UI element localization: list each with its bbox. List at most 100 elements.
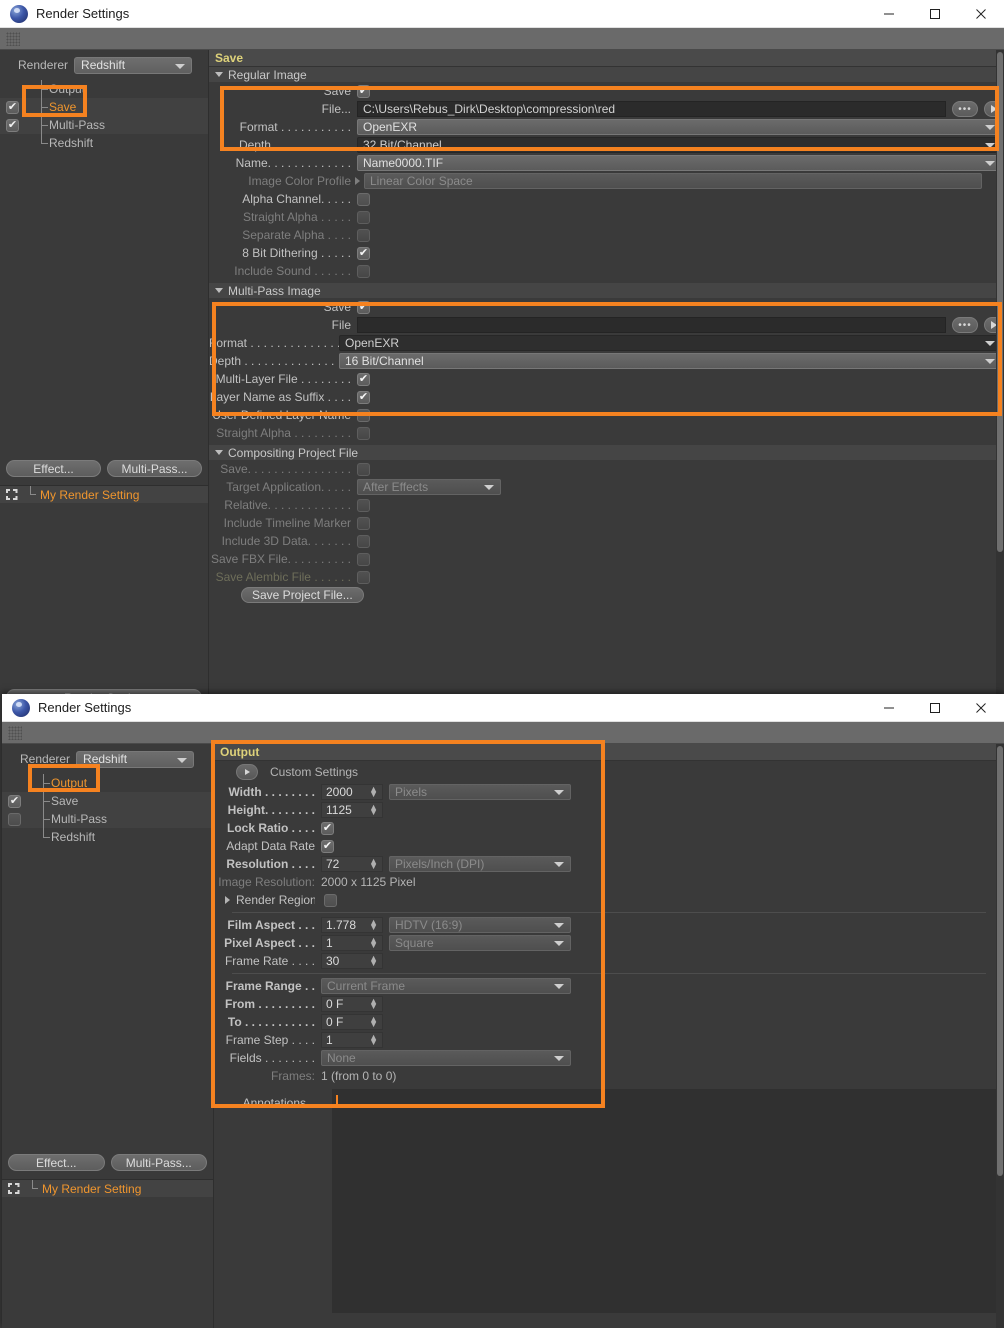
lock-ratio-checkbox[interactable]: ✔	[321, 821, 334, 835]
sidebar-item-multipass[interactable]: ✔ Multi-Pass	[0, 116, 208, 134]
sidebar-item-save[interactable]: ✔ Save	[2, 792, 213, 810]
cp-fbx-label: Save FBX File. . . . . . . . . .	[210, 552, 351, 566]
save-checkbox[interactable]: ✔	[6, 100, 19, 114]
mp-user-layer-checkbox[interactable]	[357, 408, 370, 422]
browse-file-button[interactable]: •••	[952, 101, 978, 117]
multipass-checkbox[interactable]	[8, 812, 21, 826]
row-depth: Depth . . . . . . . . . . . . 32 Bit/Cha…	[209, 136, 1004, 154]
custom-settings-toggle[interactable]	[236, 764, 258, 780]
stepper-arrows-icon[interactable]: ▲ ▼	[369, 857, 378, 871]
maximize-icon[interactable]	[912, 0, 958, 28]
sidebar-item-output[interactable]: Output	[2, 774, 213, 792]
stepper-arrows-icon[interactable]: ▲ ▼	[369, 936, 378, 950]
mp-format-select[interactable]: OpenEXR	[339, 335, 1002, 351]
stepper-arrows-icon[interactable]: ▲ ▼	[369, 954, 378, 968]
pixel-aspect-input[interactable]: 1 ▲ ▼	[321, 935, 383, 951]
file-path-input[interactable]: C:\Users\Rebus_Dirk\Desktop\compression\…	[357, 101, 946, 117]
list-item[interactable]: My Render Setting	[0, 486, 208, 503]
window2-vertical-scrollbar[interactable]	[996, 744, 1004, 1328]
frame-range-select[interactable]: Current Frame	[321, 978, 571, 994]
panel-title-save: Save	[209, 50, 1004, 67]
expand-arrow-icon[interactable]	[355, 177, 360, 185]
cp-3d-data-checkbox[interactable]	[357, 534, 370, 548]
sidebar-item-multipass[interactable]: Multi-Pass	[2, 810, 213, 828]
stepper-arrows-icon[interactable]: ▲ ▼	[369, 1015, 378, 1029]
frame-step-input[interactable]: 1 ▲ ▼	[321, 1032, 383, 1048]
mp-file-path-input[interactable]	[357, 317, 946, 333]
resolution-input[interactable]: 72 ▲ ▼	[321, 856, 383, 872]
effect-button[interactable]: Effect...	[8, 1154, 105, 1171]
stepper-arrows-icon[interactable]: ▲ ▼	[369, 1033, 378, 1047]
width-input[interactable]: 2000 ▲ ▼	[321, 784, 383, 800]
drag-grip-icon[interactable]	[8, 725, 22, 740]
stepper-arrows-icon[interactable]: ▲ ▼	[369, 803, 378, 817]
fields-select[interactable]: None	[321, 1050, 571, 1066]
cp-target-app-select[interactable]: After Effects	[357, 479, 501, 495]
width-unit-select[interactable]: Pixels	[389, 784, 571, 800]
cp-timeline-marker-checkbox[interactable]	[357, 516, 370, 530]
close-icon[interactable]	[958, 0, 1004, 28]
drag-grip-icon[interactable]	[6, 31, 20, 46]
annotations-textarea[interactable]	[332, 1089, 1004, 1313]
window2-toolbar-strip[interactable]	[2, 722, 1004, 744]
multipass-checkbox[interactable]: ✔	[6, 118, 19, 132]
mp-layer-suffix-checkbox[interactable]: ✔	[357, 390, 370, 404]
list-item[interactable]: My Render Setting	[2, 1180, 213, 1197]
mp-browse-file-button[interactable]: •••	[952, 317, 978, 333]
alpha-channel-checkbox[interactable]	[357, 192, 370, 206]
mp-depth-select[interactable]: 16 Bit/Channel	[339, 353, 1002, 369]
save-checkbox[interactable]: ✔	[8, 794, 21, 808]
dithering-checkbox[interactable]: ✔	[357, 246, 370, 260]
film-aspect-input[interactable]: 1.778 ▲ ▼	[321, 917, 383, 933]
resolution-unit-select[interactable]: Pixels/Inch (DPI)	[389, 856, 571, 872]
window1-toolbar-strip[interactable]	[0, 28, 1004, 50]
scrollbar-thumb[interactable]	[997, 52, 1003, 552]
sidebar-item-save[interactable]: ✔ Save	[0, 98, 208, 116]
expand-arrow-icon[interactable]	[225, 896, 230, 904]
film-aspect-preset-select[interactable]: HDTV (16:9)	[389, 917, 571, 933]
from-input[interactable]: 0 F ▲ ▼	[321, 996, 383, 1012]
renderer-select[interactable]: Redshift	[74, 56, 193, 74]
save-project-file-button[interactable]: Save Project File...	[241, 587, 364, 603]
group-multipass-image[interactable]: Multi-Pass Image	[209, 283, 1004, 298]
name-select[interactable]: Name0000.TIF	[357, 155, 1002, 171]
alpha-channel-label: Alpha Channel. . . . .	[242, 192, 351, 206]
cp-relative-checkbox[interactable]	[357, 498, 370, 512]
frame-step-label: Frame Step . . . .	[225, 1033, 315, 1047]
adapt-data-rate-checkbox[interactable]: ✔	[321, 839, 334, 853]
stepper-arrows-icon[interactable]: ▲ ▼	[369, 785, 378, 799]
effect-button[interactable]: Effect...	[6, 460, 101, 477]
depth-select[interactable]: 32 Bit/Channel	[357, 137, 1002, 153]
format-select[interactable]: OpenEXR	[357, 119, 1002, 135]
pixel-aspect-preset-select[interactable]: Square	[389, 935, 571, 951]
mp-save-checkbox[interactable]: ✔	[357, 300, 370, 314]
tree-stem	[35, 98, 49, 116]
stepper-arrows-icon[interactable]: ▲ ▼	[369, 918, 378, 932]
renderer-select[interactable]: Redshift	[76, 750, 195, 768]
height-input[interactable]: 1125 ▲ ▼	[321, 802, 383, 818]
cp-save-checkbox[interactable]	[357, 462, 370, 476]
sidebar-item-redshift[interactable]: Redshift	[0, 134, 208, 152]
save-checkbox[interactable]: ✔	[357, 84, 370, 98]
stepper-arrows-icon[interactable]: ▲ ▼	[369, 997, 378, 1011]
row-resolution: Resolution . . . . 72 ▲ ▼ Pixels/Inch (DP…	[214, 855, 1004, 873]
window1-titlebar[interactable]: Render Settings	[0, 0, 1004, 28]
close-icon[interactable]	[958, 694, 1004, 722]
to-input[interactable]: 0 F ▲ ▼	[321, 1014, 383, 1030]
minimize-icon[interactable]	[866, 694, 912, 722]
mp-multilayer-checkbox[interactable]: ✔	[357, 372, 370, 386]
group-compositing-project-file[interactable]: Compositing Project File	[209, 445, 1004, 460]
maximize-icon[interactable]	[912, 694, 958, 722]
multipass-button[interactable]: Multi-Pass...	[107, 460, 202, 477]
scrollbar-thumb[interactable]	[997, 746, 1003, 1176]
dithering-label: 8 Bit Dithering . . . . .	[242, 246, 351, 260]
frame-rate-input[interactable]: 30 ▲ ▼	[321, 953, 383, 969]
multipass-button[interactable]: Multi-Pass...	[110, 1154, 207, 1171]
group-regular-image[interactable]: Regular Image	[209, 67, 1004, 82]
render-region-checkbox[interactable]	[324, 893, 337, 907]
minimize-icon[interactable]	[866, 0, 912, 28]
window1-vertical-scrollbar[interactable]	[996, 50, 1004, 700]
window2-titlebar[interactable]: Render Settings	[2, 694, 1004, 722]
sidebar-item-redshift[interactable]: Redshift	[2, 828, 213, 846]
sidebar-item-output[interactable]: Output	[0, 80, 208, 98]
